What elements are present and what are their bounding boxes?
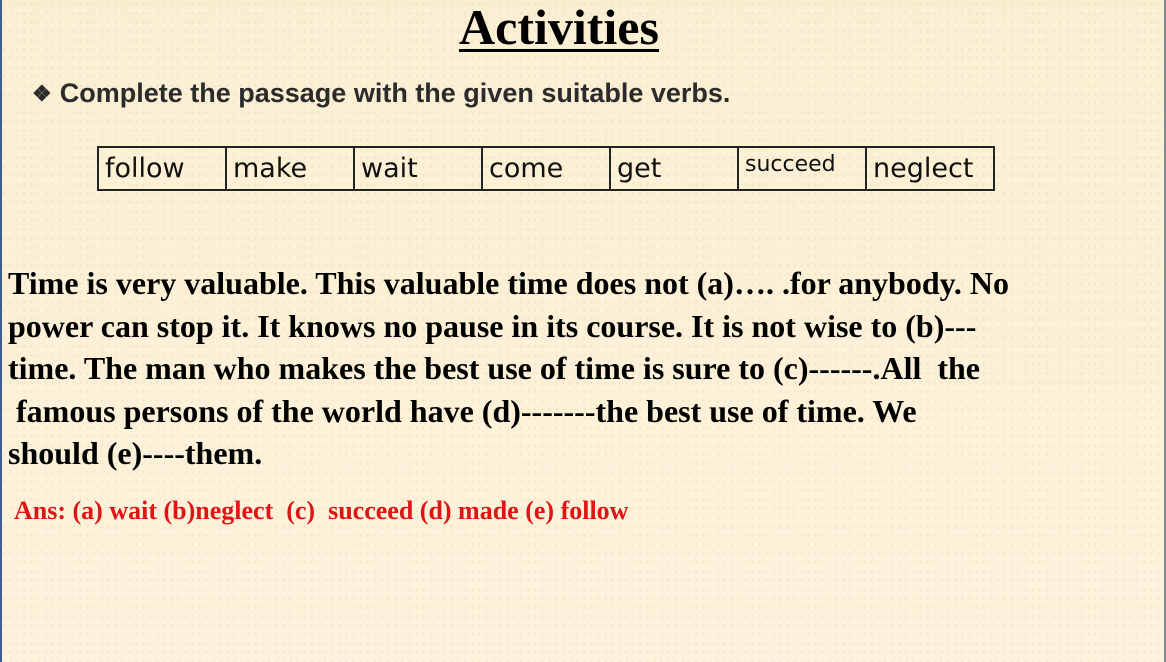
word-bank-cell: come	[481, 146, 611, 191]
answer-key: Ans: (a) wait (b)neglect (c) succeed (d)…	[14, 496, 629, 525]
slide-left-border	[0, 0, 2, 662]
word-bank-cell: neglect	[865, 146, 995, 191]
word-bank-cell: wait	[353, 146, 483, 191]
passage-line: famous persons of the world have (d)----…	[8, 392, 917, 429]
instruction: ❖ Complete the passage with the given su…	[32, 78, 730, 109]
word-bank-cell: make	[225, 146, 355, 191]
word-bank-cell: follow	[97, 146, 227, 191]
word-bank-table: follow make wait come get succeed neglec…	[97, 146, 995, 191]
slide-title: Activities	[459, 0, 659, 55]
passage-line: Time is very valuable. This valuable tim…	[8, 265, 1009, 301]
passage-line: time. The man who makes the best use of …	[8, 350, 980, 386]
word-bank-cell: succeed	[737, 146, 867, 191]
word-bank-row: follow make wait come get succeed neglec…	[97, 146, 995, 191]
instruction-text: Complete the passage with the given suit…	[59, 78, 731, 108]
passage-line: should (e)----them.	[8, 435, 263, 471]
diamond-bullet-icon: ❖	[32, 80, 52, 106]
word-bank-cell: get	[609, 146, 739, 191]
passage-line: power can stop it. It knows no pause in …	[8, 307, 977, 344]
passage: Time is very valuable. This valuable tim…	[8, 262, 1158, 475]
